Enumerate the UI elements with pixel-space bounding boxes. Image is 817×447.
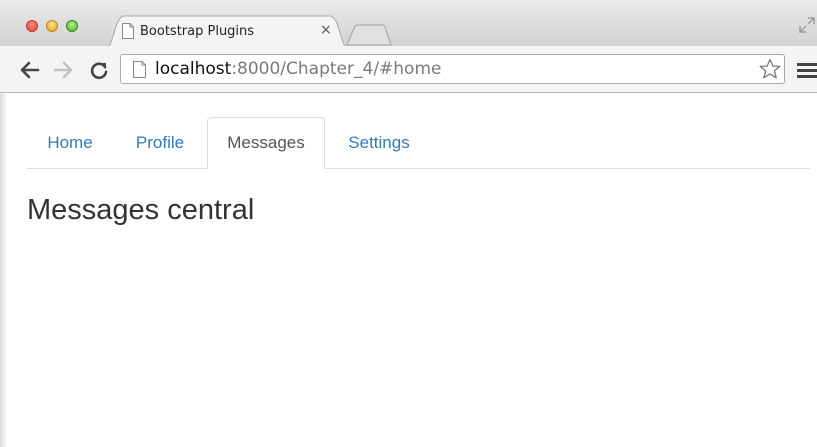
address-bar[interactable]: localhost:8000/Chapter_4/#home	[120, 54, 785, 84]
url-path: :8000/Chapter_4/#home	[231, 59, 442, 79]
tab-profile[interactable]: Profile	[118, 117, 202, 169]
browser-tab[interactable]: Bootstrap Plugins ×	[104, 14, 350, 50]
back-arrow-icon[interactable]	[19, 59, 41, 81]
nav-tabs: Home Profile Messages Settings	[27, 117, 810, 169]
page-viewport: Home Profile Messages Settings Messages …	[0, 94, 817, 447]
close-icon[interactable]: ×	[320, 22, 332, 38]
new-tab-icon[interactable]	[346, 24, 392, 46]
browser-toolbar: localhost:8000/Chapter_4/#home	[0, 46, 817, 93]
star-icon[interactable]	[758, 57, 782, 81]
url-text[interactable]: localhost:8000/Chapter_4/#home	[155, 59, 441, 79]
tab-settings[interactable]: Settings	[330, 117, 428, 169]
page-icon	[133, 61, 146, 78]
page-icon	[122, 23, 134, 39]
page-title: Messages central	[27, 194, 255, 226]
reload-icon[interactable]	[88, 59, 110, 81]
zoom-window-button[interactable]	[66, 20, 78, 32]
tab-messages[interactable]: Messages	[207, 117, 325, 169]
hamburger-menu-icon[interactable]	[797, 62, 817, 78]
url-host: localhost	[155, 59, 232, 79]
fullscreen-icon[interactable]	[798, 16, 816, 34]
tab-home[interactable]: Home	[27, 117, 113, 169]
close-window-button[interactable]	[26, 20, 38, 32]
tab-strip: Bootstrap Plugins ×	[0, 0, 817, 50]
minimize-window-button[interactable]	[46, 20, 58, 32]
tab-title: Bootstrap Plugins	[140, 24, 255, 39]
window-edge-shadow	[0, 94, 8, 447]
forward-arrow-icon[interactable]	[52, 59, 74, 81]
browser-window: Bootstrap Plugins × localhost:8000/Chapt…	[0, 0, 817, 447]
